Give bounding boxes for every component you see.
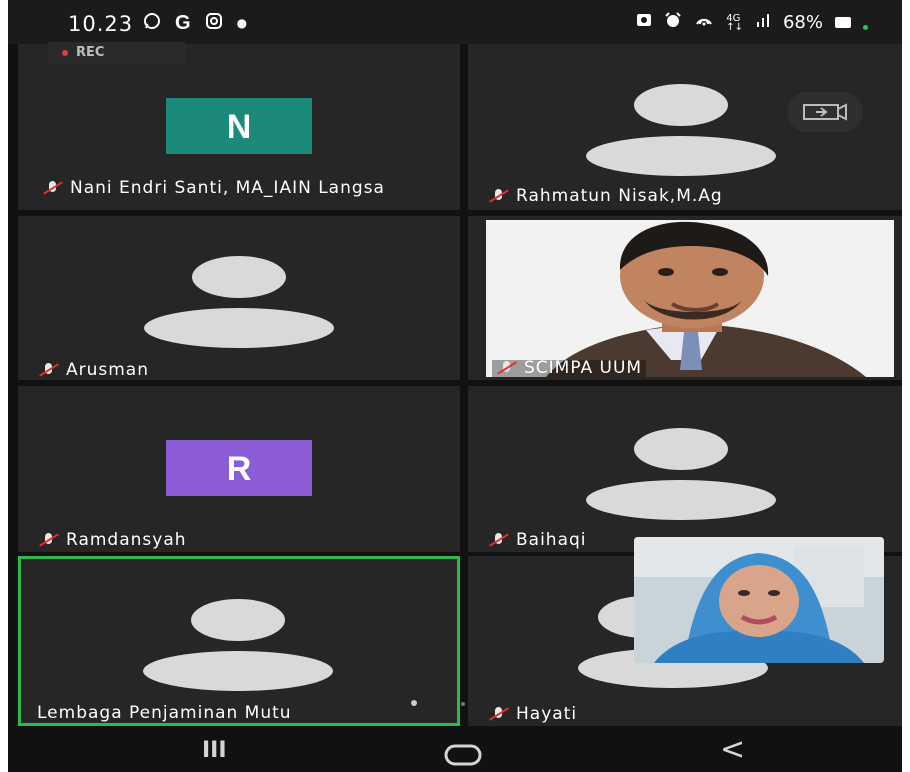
woman-portrait-image [634,537,884,663]
hotspot-icon [694,12,714,33]
avatar-letter: N [166,98,312,154]
muted-mic-icon [488,706,510,722]
page-indicator-dot [461,702,465,706]
muted-mic-icon [488,188,510,204]
participant-name: Nani Endri Santi, MA_IAIN Langsa [42,180,442,197]
avatar-head [192,256,286,298]
participant-name: Baihaqi [488,532,587,549]
participant-tile[interactable]: Baihaqi [468,386,902,552]
avatar-body [586,480,776,520]
avatar-body [143,651,333,691]
dot-icon: ● [236,16,248,30]
participant-name-label: Rahmatun Nisak,M.Ag [516,186,723,206]
home-icon [444,744,482,766]
participant-name: Hayati [488,706,577,723]
muted-mic-icon [488,532,510,548]
battery-icon [835,17,851,28]
participant-name-label: Ramdansyah [66,530,187,550]
participant-name: Rahmatun Nisak,M.Ag [488,188,723,205]
participant-tile[interactable]: R Ramdansyah [18,386,460,552]
muted-mic-icon [38,362,60,378]
man-portrait-image [486,220,894,377]
status-bar: 10.23 G ● 4G ↑↓ 68% [8,0,902,44]
participant-tile[interactable]: Arusman [18,216,460,380]
recent-apps-button[interactable]: III [202,738,227,763]
battery-percent: 68% [782,12,823,33]
avatar-head [191,599,285,641]
gallery-icon [636,12,652,33]
avatar-head [634,428,728,470]
participant-name-label: Baihaqi [516,530,587,550]
participant-name-label: Arusman [66,360,150,380]
privacy-indicator [863,25,868,30]
page-indicator [411,700,417,706]
participant-name: SCIMPA UUM [492,358,647,377]
muted-mic-icon [42,180,64,196]
avatar-head [634,84,728,126]
back-button[interactable]: < [720,732,745,767]
status-left-icons: G ● [143,11,247,35]
participant-name-label: SCIMPA UUM [524,358,643,377]
alarm-icon [664,12,682,33]
avatar-body [586,136,776,176]
google-icon: G [175,11,191,34]
home-button[interactable] [444,740,482,772]
switch-camera-button[interactable] [787,92,863,132]
avatar-letter: R [166,440,312,496]
participant-name-label: Nani Endri Santi, MA_IAIN Langsa [70,178,385,198]
status-right-icons: 4G ↑↓ 68% [636,12,868,33]
recording-indicator: REC [48,42,186,64]
status-time: 10.23 [68,12,134,36]
switch-camera-icon [803,103,847,121]
muted-mic-icon [38,532,60,548]
signal-icon [755,12,771,33]
avatar-body [144,308,334,348]
participant-tile-active-speaker[interactable]: Lembaga Penjaminan Mutu [18,556,460,726]
participant-name: Arusman [38,362,149,379]
whatsapp-icon [143,11,161,35]
muted-mic-icon [496,360,518,376]
participant-video: SCIMPA UUM [486,220,894,377]
record-dot-icon [62,50,68,56]
participant-name-label: Hayati [516,704,578,724]
instagram-icon [205,11,223,35]
android-nav-bar: III < [8,726,902,772]
participant-name: Lembaga Penjaminan Mutu [37,705,292,722]
participant-tile[interactable]: N Nani Endri Santi, MA_IAIN Langsa [18,44,460,210]
phone-screen: 10.23 G ● 4G ↑↓ 68% REC N Nani Endri San… [8,0,902,772]
4g-icon: 4G ↑↓ [726,12,743,33]
self-view-video[interactable] [634,537,884,663]
participant-name: Ramdansyah [38,532,187,549]
recording-label: REC [76,45,105,60]
participant-name-label: Lembaga Penjaminan Mutu [37,703,292,723]
